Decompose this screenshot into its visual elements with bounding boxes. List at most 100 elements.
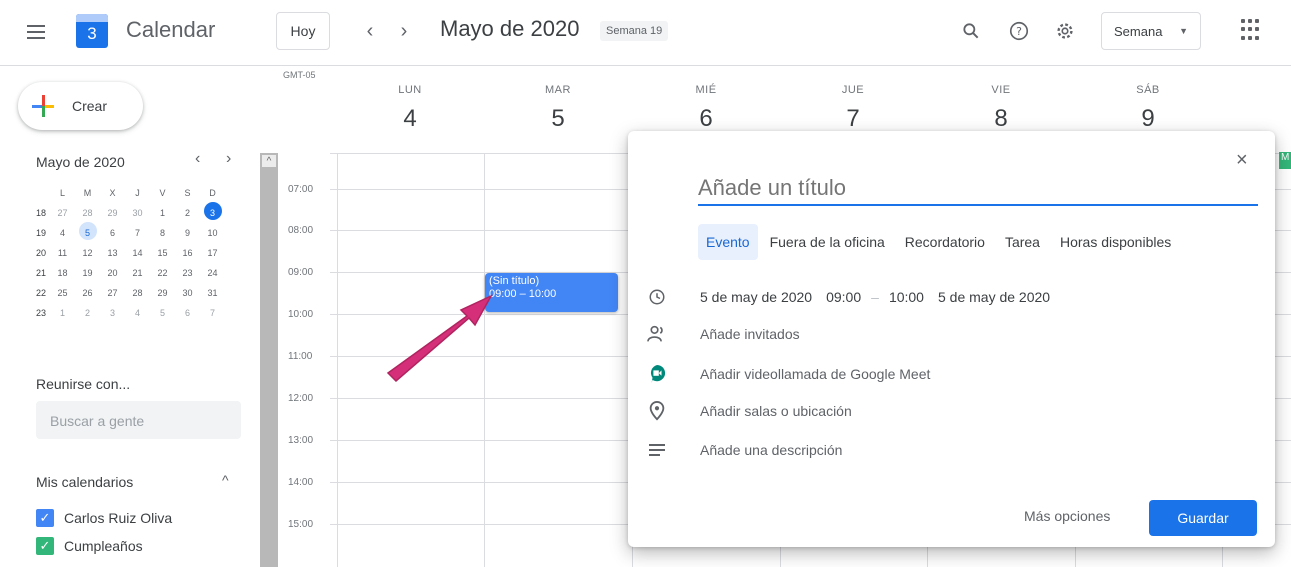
- mini-day[interactable]: 28: [75, 208, 100, 218]
- mini-day[interactable]: 30: [125, 208, 150, 218]
- mini-day[interactable]: 6: [100, 228, 125, 238]
- mini-day[interactable]: 25: [50, 288, 75, 298]
- next-week-icon[interactable]: ›: [392, 18, 416, 44]
- settings-icon[interactable]: [1050, 16, 1080, 46]
- day-header[interactable]: MIÉ 6: [671, 84, 741, 133]
- mini-day[interactable]: 28: [125, 288, 150, 298]
- view-select[interactable]: Semana ▼: [1101, 12, 1201, 50]
- mini-day[interactable]: 31: [200, 288, 225, 298]
- mini-day[interactable]: 15: [150, 248, 175, 258]
- location-row[interactable]: Añadir salas o ubicación: [644, 399, 852, 423]
- mini-day[interactable]: 27: [100, 288, 125, 298]
- meet-row[interactable]: Añadir videollamada de Google Meet: [644, 362, 930, 386]
- mini-next-icon[interactable]: ›: [226, 150, 231, 168]
- mini-day[interactable]: 26: [75, 288, 100, 298]
- google-meet-icon: [644, 363, 670, 385]
- mini-day[interactable]: 8: [150, 228, 175, 238]
- mini-day[interactable]: 20: [100, 268, 125, 278]
- end-date[interactable]: 5 de may de 2020: [938, 289, 1050, 305]
- description-row[interactable]: Añade una descripción: [644, 438, 842, 462]
- calendar-item[interactable]: ✓ Carlos Ruiz Oliva: [36, 507, 172, 529]
- mini-prev-icon[interactable]: ‹: [195, 150, 200, 168]
- create-button[interactable]: Crear: [18, 82, 143, 130]
- day-header[interactable]: SÁB 9: [1113, 84, 1183, 133]
- start-date[interactable]: 5 de may de 2020: [700, 289, 812, 305]
- guests-row[interactable]: Añade invitados: [644, 322, 800, 346]
- plus-icon: [32, 95, 54, 117]
- mini-day[interactable]: 2: [175, 208, 200, 218]
- day-header[interactable]: MAR 5: [523, 84, 593, 133]
- scrollbar[interactable]: [260, 153, 278, 567]
- mini-day[interactable]: 1: [150, 208, 175, 218]
- week-number: 19: [36, 228, 47, 238]
- mini-day-today[interactable]: 3: [200, 202, 225, 220]
- mini-day[interactable]: 16: [175, 248, 200, 258]
- mini-day[interactable]: 7: [200, 308, 225, 318]
- weekday-label: J: [135, 188, 140, 198]
- mini-weekday-row: L M X J V S D: [36, 183, 246, 203]
- mini-day[interactable]: 5: [150, 308, 175, 318]
- calendar-item[interactable]: ✓ Cumpleaños: [36, 535, 143, 557]
- mini-day[interactable]: 6: [175, 308, 200, 318]
- tab-availability[interactable]: Horas disponibles: [1052, 224, 1179, 260]
- apps-icon[interactable]: [1241, 19, 1263, 41]
- search-icon[interactable]: [956, 16, 986, 46]
- mini-day[interactable]: 2: [75, 308, 100, 318]
- menu-icon[interactable]: [22, 18, 50, 46]
- event-block[interactable]: (Sin título) 09:00 – 10:00: [485, 273, 618, 312]
- scroll-up-icon[interactable]: ^: [262, 155, 276, 167]
- tab-reminder[interactable]: Recordatorio: [897, 224, 993, 260]
- tab-task[interactable]: Tarea: [997, 224, 1048, 260]
- mini-day[interactable]: 21: [125, 268, 150, 278]
- mini-day[interactable]: 4: [50, 228, 75, 238]
- today-button[interactable]: Hoy: [276, 12, 330, 50]
- more-options-button[interactable]: Más opciones: [1024, 508, 1110, 524]
- my-calendars-title[interactable]: Mis calendarios: [36, 474, 133, 490]
- quick-event-dialog: × Evento Fuera de la oficina Recordatori…: [628, 131, 1275, 547]
- day-header[interactable]: LUN 4: [375, 84, 445, 133]
- mini-day[interactable]: 4: [125, 308, 150, 318]
- checkbox-checked-icon[interactable]: ✓: [36, 537, 54, 555]
- mini-day[interactable]: 22: [150, 268, 175, 278]
- mini-day[interactable]: 14: [125, 248, 150, 258]
- mini-day[interactable]: 10: [200, 228, 225, 238]
- mini-day[interactable]: 9: [175, 228, 200, 238]
- mini-day[interactable]: 7: [125, 228, 150, 238]
- mini-day[interactable]: 17: [200, 248, 225, 258]
- mini-day[interactable]: 29: [150, 288, 175, 298]
- tab-out-of-office[interactable]: Fuera de la oficina: [762, 224, 893, 260]
- mini-day[interactable]: 30: [175, 288, 200, 298]
- mini-day-selected[interactable]: 5: [75, 222, 100, 240]
- mini-week-row: 19 4 5 6 7 8 9 10: [36, 222, 246, 243]
- prev-week-icon[interactable]: ‹: [358, 18, 382, 44]
- mini-day[interactable]: 1: [50, 308, 75, 318]
- mini-day[interactable]: 18: [50, 268, 75, 278]
- mini-day[interactable]: 27: [50, 208, 75, 218]
- mini-calendar: L M X J V S D 18 27 28 29 30 1 2 3 19 4 …: [36, 183, 246, 323]
- mini-day[interactable]: 11: [50, 248, 75, 258]
- hour-label: 09:00: [288, 267, 314, 278]
- event-chip[interactable]: M: [1279, 152, 1291, 169]
- hour-label: 13:00: [288, 435, 314, 446]
- help-icon[interactable]: ?: [1004, 16, 1034, 46]
- mini-day[interactable]: 3: [100, 308, 125, 318]
- checkbox-checked-icon[interactable]: ✓: [36, 509, 54, 527]
- weekday-label: V: [159, 188, 166, 198]
- weekday-label: X: [109, 188, 116, 198]
- save-button[interactable]: Guardar: [1149, 500, 1257, 536]
- mini-day[interactable]: 13: [100, 248, 125, 258]
- event-title-input[interactable]: [698, 168, 1258, 206]
- start-time[interactable]: 09:00: [826, 289, 861, 305]
- mini-day[interactable]: 23: [175, 268, 200, 278]
- day-header[interactable]: VIE 8: [966, 84, 1036, 133]
- end-time[interactable]: 10:00: [889, 289, 924, 305]
- chevron-up-icon[interactable]: ^: [222, 472, 229, 488]
- mini-day[interactable]: 12: [75, 248, 100, 258]
- mini-day[interactable]: 29: [100, 208, 125, 218]
- tab-event[interactable]: Evento: [698, 224, 758, 260]
- mini-day[interactable]: 24: [200, 268, 225, 278]
- day-header[interactable]: JUE 7: [818, 84, 888, 133]
- timezone-label: GMT-05: [283, 70, 316, 80]
- people-search-input[interactable]: Buscar a gente: [36, 401, 241, 439]
- mini-day[interactable]: 19: [75, 268, 100, 278]
